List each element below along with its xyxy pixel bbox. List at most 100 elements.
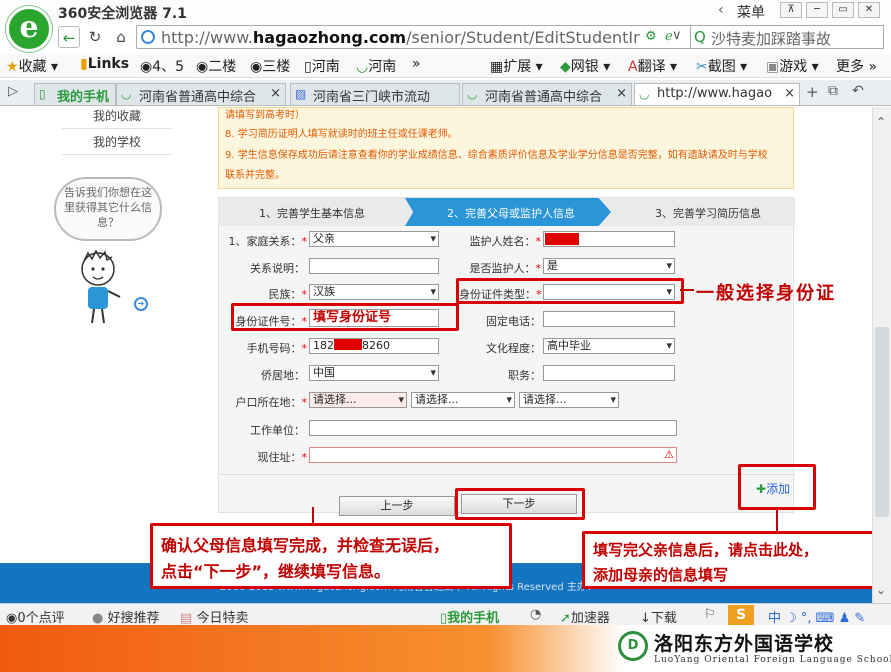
- add-mother-callout: 填写完父亲信息后，请点击此处， 添加母亲的信息填写: [582, 531, 872, 589]
- maximize-icon[interactable]: ▭: [832, 2, 854, 18]
- tab-henan-1[interactable]: ◡ 河南省普通高中综合 ×: [116, 83, 286, 105]
- residence-select[interactable]: 中国: [309, 365, 439, 381]
- bookmark-henan-2[interactable]: ◡河南: [356, 56, 396, 76]
- status-bar: ◉0个点评 ● 好搜推荐 ▤ 今日特卖 ▯我的手机 ◔ ➚加速器 ↓下载 ⚐ S…: [0, 603, 891, 626]
- address-bar[interactable]: http://www.hagaozhong.com/senior/Student…: [136, 25, 692, 49]
- guardian-name-label: 监护人姓名：*: [469, 235, 542, 248]
- search-input[interactable]: Q 沙特麦加踩踏事故: [690, 25, 884, 49]
- scroll-up-icon[interactable]: ⌃: [876, 115, 886, 129]
- translate-button[interactable]: A翻译 ▾: [628, 56, 677, 76]
- close-tab-icon[interactable]: ×: [784, 86, 795, 101]
- screenshot-button[interactable]: ✂截图 ▾: [696, 56, 747, 76]
- restore-tab-icon[interactable]: ⧉: [828, 83, 838, 99]
- notice-line: 请填写到高考时）: [225, 110, 305, 121]
- daily-deals-status[interactable]: ▤ 今日特卖: [180, 607, 248, 626]
- id-number-input[interactable]: 填写身份证号: [309, 309, 439, 327]
- reviews-status[interactable]: ◉0个点评: [6, 607, 65, 626]
- address-label: 现住址：*: [257, 451, 308, 464]
- work-input[interactable]: [309, 420, 677, 436]
- notice-line: 联系并完整。: [225, 170, 285, 181]
- search-icon: Q: [694, 28, 706, 46]
- notice-line: 8. 学习简历证明人填写就读时的班主任或任课老师。: [225, 129, 458, 140]
- ime-logo-icon[interactable]: S: [728, 605, 754, 625]
- recommend-status[interactable]: ● 好搜推荐: [92, 607, 160, 626]
- scroll-thumb[interactable]: [875, 327, 889, 517]
- step-1[interactable]: 1、完善学生基本信息: [259, 205, 365, 221]
- online-banking-button[interactable]: ◆网银 ▾: [560, 56, 610, 76]
- bookmark-favorites[interactable]: ★收藏 ▾: [6, 56, 58, 76]
- bookmark-links[interactable]: ▮Links: [80, 56, 129, 72]
- menu-button[interactable]: 菜单: [737, 2, 765, 22]
- back-icon[interactable]: ←: [58, 26, 80, 48]
- phone-input[interactable]: [543, 311, 675, 327]
- download-icon: ↓: [640, 611, 651, 626]
- prev-step-button[interactable]: 上一步: [339, 496, 455, 516]
- my-phone-status[interactable]: ▯我的手机: [440, 607, 499, 626]
- ime-toolbar-icons[interactable]: 中 ☽ °, ⌨ ♟ ✎: [768, 607, 865, 626]
- new-tab-icon[interactable]: +: [806, 83, 819, 101]
- tab-henan-sanmenxia[interactable]: ▨ 河南省三门峡市流动: [290, 83, 460, 105]
- mobile-input[interactable]: 182 8260: [309, 338, 439, 354]
- next-step-callout-line2: 点击“下一步”，继续填写信息。: [161, 562, 391, 581]
- residence-label: 侨居地：: [261, 369, 305, 382]
- security-icon[interactable]: ⚙: [645, 29, 657, 44]
- tab-hagaozhong-active[interactable]: ◡ http://www.hagao ×: [634, 83, 800, 105]
- divider: [219, 474, 795, 475]
- home-icon[interactable]: ⌂: [110, 26, 132, 48]
- guardian-name-input[interactable]: [543, 231, 675, 247]
- dropdown-icon[interactable]: ∨: [672, 28, 682, 43]
- extensions-button[interactable]: ▦扩展 ▾: [490, 56, 543, 76]
- bookmarks-bar: ★收藏 ▾ ▮Links ◉4、5 ◉二楼 ◉三楼 ▯河南 ◡河南 » ▦扩展 …: [0, 54, 891, 78]
- hukou-city-select[interactable]: 请选择...: [411, 392, 515, 408]
- is-guardian-label: 是否监护人：*: [469, 262, 542, 275]
- close-tab-icon[interactable]: ×: [616, 86, 627, 101]
- download-status[interactable]: ↓下载: [640, 607, 677, 626]
- bookmark-floor2[interactable]: ◉二楼: [196, 56, 236, 76]
- next-step-button[interactable]: 下一步: [461, 494, 577, 514]
- sidebar-my-favorites[interactable]: 我的收藏: [62, 107, 172, 129]
- tab-henan-2[interactable]: ◡ 河南省普通高中综合 ×: [462, 83, 632, 105]
- close-tab-icon[interactable]: ×: [270, 86, 281, 101]
- ethnicity-label: 民族：*: [268, 288, 308, 301]
- bookmark-floor3[interactable]: ◉三楼: [250, 56, 290, 76]
- relation-desc-input[interactable]: [309, 258, 439, 274]
- minimize-icon[interactable]: ─: [806, 2, 828, 18]
- vertical-scrollbar[interactable]: ⌃ ⌄: [872, 107, 891, 603]
- menu-chevron-icon[interactable]: ‹: [718, 2, 724, 18]
- flag-icon[interactable]: ⚐: [704, 607, 716, 622]
- education-select[interactable]: 高中毕业: [543, 338, 675, 354]
- job-input[interactable]: [543, 365, 675, 381]
- bookmark-henan-1[interactable]: ▯河南: [304, 56, 340, 76]
- relation-select[interactable]: 父亲: [309, 231, 439, 247]
- ethnicity-select[interactable]: 汉族: [309, 284, 439, 300]
- close-icon[interactable]: ✕: [858, 2, 880, 18]
- pin-icon[interactable]: ⊼: [780, 2, 802, 18]
- hukou-district-select[interactable]: 请选择...: [519, 392, 619, 408]
- scroll-down-icon[interactable]: ⌄: [876, 583, 886, 597]
- comment-icon: ◉: [6, 611, 18, 626]
- sidebar-toggle-icon[interactable]: ▷: [8, 84, 18, 99]
- sidebar-my-school[interactable]: 我的学校: [62, 133, 172, 155]
- is-guardian-select[interactable]: 是: [543, 258, 675, 274]
- more-bookmarks-icon[interactable]: »: [412, 56, 421, 72]
- navigation-bar: ← ↻ ⌂ ☆ ◻ http://www.hagaozhong.com/seni…: [56, 24, 886, 52]
- hukou-province-select[interactable]: 请选择...: [309, 392, 407, 408]
- games-button[interactable]: ▣游戏 ▾: [766, 56, 819, 76]
- undo-close-icon[interactable]: ↶: [852, 83, 864, 99]
- annotation-connector: [680, 289, 694, 291]
- accelerator-status[interactable]: ➚加速器: [560, 607, 610, 626]
- tab-my-phone[interactable]: ▯ 我的手机: [34, 83, 116, 105]
- refresh-icon[interactable]: ↻: [84, 26, 106, 48]
- add-mother-button[interactable]: ✚添加: [756, 480, 790, 497]
- id-type-select[interactable]: [543, 284, 675, 300]
- clock-icon[interactable]: ◔: [530, 607, 541, 622]
- bookmark-4-5[interactable]: ◉4、5: [140, 56, 184, 76]
- address-input[interactable]: ⚠: [309, 447, 677, 463]
- feedback-bubble[interactable]: 告诉我们你想在这里获得其它什么信息？: [54, 177, 162, 241]
- plus-icon: ✚: [756, 482, 767, 496]
- more-button[interactable]: 更多 »: [836, 56, 877, 76]
- arrow-circle-icon[interactable]: ➔: [134, 297, 148, 311]
- phone-label: 固定电话：: [486, 315, 541, 328]
- step-3[interactable]: 3、完善学习简历信息: [655, 205, 761, 221]
- id-type-annotation: 一般选择身份证: [696, 283, 836, 304]
